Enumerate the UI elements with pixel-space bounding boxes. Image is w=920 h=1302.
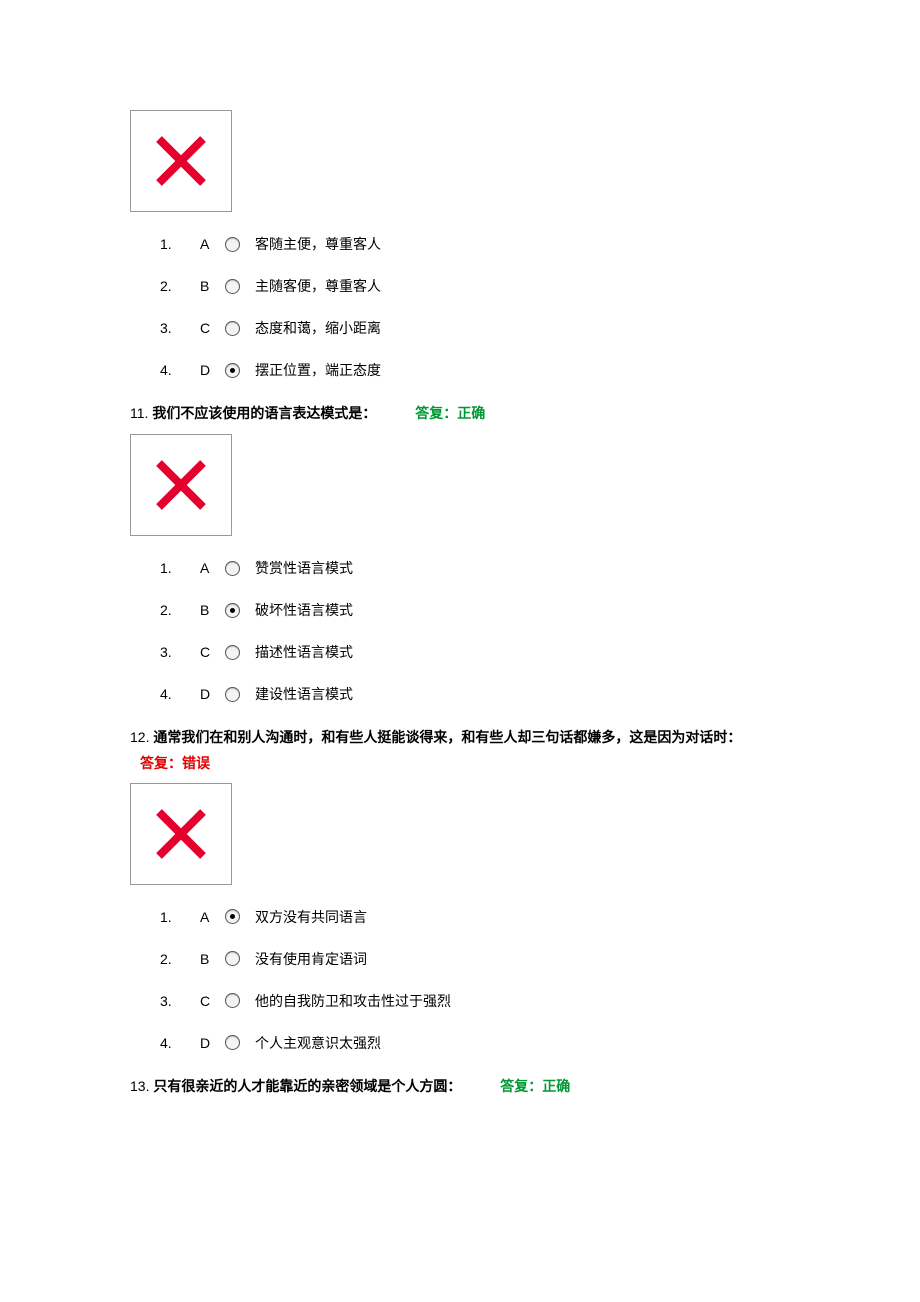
option-text: 客随主便，尊重客人 [255, 234, 381, 254]
option-text: 他的自我防卫和攻击性过于强烈 [255, 991, 451, 1011]
option-row[interactable]: 2. B 没有使用肯定语词 [160, 949, 790, 969]
option-row[interactable]: 3. C 描述性语言模式 [160, 642, 790, 662]
question-text: 通常我们在和别人沟通时，和有些人挺能谈得来，和有些人却三句话都嫌多，这是因为对话… [153, 729, 741, 745]
option-row[interactable]: 4. D 摆正位置，端正态度 [160, 360, 790, 380]
answer-label: 答复：正确 [500, 1078, 570, 1094]
option-row[interactable]: 4. D 个人主观意识太强烈 [160, 1033, 790, 1053]
radio-button[interactable] [225, 687, 240, 702]
option-number: 1. [160, 560, 200, 576]
option-number: 4. [160, 362, 200, 378]
option-row[interactable]: 3. C 他的自我防卫和攻击性过于强烈 [160, 991, 790, 1011]
question-number: 13. [130, 1078, 149, 1094]
radio-button[interactable] [225, 645, 240, 660]
option-text: 摆正位置，端正态度 [255, 360, 381, 380]
option-number: 1. [160, 909, 200, 925]
option-letter: B [200, 951, 225, 967]
option-number: 3. [160, 320, 200, 336]
option-letter: A [200, 560, 225, 576]
option-row[interactable]: 2. B 破坏性语言模式 [160, 600, 790, 620]
option-letter: D [200, 362, 225, 378]
option-letter: A [200, 236, 225, 252]
question-text: 我们不应该使用的语言表达模式是： [152, 405, 376, 421]
option-text: 建设性语言模式 [255, 684, 353, 704]
option-number: 4. [160, 686, 200, 702]
answer-label: 答复：错误 [140, 753, 790, 773]
q10-options: 1. A 客随主便，尊重客人 2. B 主随客便，尊重客人 3. C 态度和蔼，… [160, 234, 790, 380]
option-number: 3. [160, 993, 200, 1009]
option-letter: C [200, 320, 225, 336]
option-number: 1. [160, 236, 200, 252]
option-letter: D [200, 686, 225, 702]
question-12: 12. 通常我们在和别人沟通时，和有些人挺能谈得来，和有些人却三句话都嫌多，这是… [130, 726, 790, 748]
option-letter: C [200, 993, 225, 1009]
option-row[interactable]: 1. A 赞赏性语言模式 [160, 558, 790, 578]
x-icon [151, 131, 211, 191]
option-letter: A [200, 909, 225, 925]
radio-button[interactable] [225, 237, 240, 252]
option-number: 4. [160, 1035, 200, 1051]
radio-button[interactable] [225, 279, 240, 294]
option-letter: B [200, 602, 225, 618]
option-text: 赞赏性语言模式 [255, 558, 353, 578]
option-text: 双方没有共同语言 [255, 907, 367, 927]
question-number: 11. [130, 405, 148, 421]
option-row[interactable]: 1. A 客随主便，尊重客人 [160, 234, 790, 254]
radio-button[interactable] [225, 951, 240, 966]
question-number: 12. [130, 729, 149, 745]
radio-button[interactable] [225, 321, 240, 336]
option-text: 破坏性语言模式 [255, 600, 353, 620]
option-number: 3. [160, 644, 200, 660]
answer-label: 答复：正确 [415, 405, 485, 421]
option-row[interactable]: 2. B 主随客便，尊重客人 [160, 276, 790, 296]
radio-button[interactable] [225, 363, 240, 378]
x-icon [151, 804, 211, 864]
option-number: 2. [160, 278, 200, 294]
option-text: 个人主观意识太强烈 [255, 1033, 381, 1053]
radio-button[interactable] [225, 561, 240, 576]
radio-button[interactable] [225, 993, 240, 1008]
option-number: 2. [160, 951, 200, 967]
q12-options: 1. A 双方没有共同语言 2. B 没有使用肯定语词 3. C 他的自我防卫和… [160, 907, 790, 1053]
radio-button[interactable] [225, 603, 240, 618]
option-letter: C [200, 644, 225, 660]
image-placeholder-x-icon [130, 110, 232, 212]
option-row[interactable]: 4. D 建设性语言模式 [160, 684, 790, 704]
image-placeholder-x-icon [130, 434, 232, 536]
option-text: 没有使用肯定语词 [255, 949, 367, 969]
x-icon [151, 455, 211, 515]
option-row[interactable]: 3. C 态度和蔼，缩小距离 [160, 318, 790, 338]
q11-options: 1. A 赞赏性语言模式 2. B 破坏性语言模式 3. C 描述性语言模式 4… [160, 558, 790, 704]
option-text: 描述性语言模式 [255, 642, 353, 662]
radio-button[interactable] [225, 909, 240, 924]
option-letter: D [200, 1035, 225, 1051]
quiz-document: 1. A 客随主便，尊重客人 2. B 主随客便，尊重客人 3. C 态度和蔼，… [0, 0, 920, 1161]
radio-button[interactable] [225, 1035, 240, 1050]
question-11: 11. 我们不应该使用的语言表达模式是： 答复：正确 [130, 402, 790, 424]
option-text: 主随客便，尊重客人 [255, 276, 381, 296]
option-row[interactable]: 1. A 双方没有共同语言 [160, 907, 790, 927]
option-text: 态度和蔼，缩小距离 [255, 318, 381, 338]
option-letter: B [200, 278, 225, 294]
option-number: 2. [160, 602, 200, 618]
question-text: 只有很亲近的人才能靠近的亲密领域是个人方圆： [153, 1078, 461, 1094]
image-placeholder-x-icon [130, 783, 232, 885]
question-13: 13. 只有很亲近的人才能靠近的亲密领域是个人方圆： 答复：正确 [130, 1075, 790, 1097]
